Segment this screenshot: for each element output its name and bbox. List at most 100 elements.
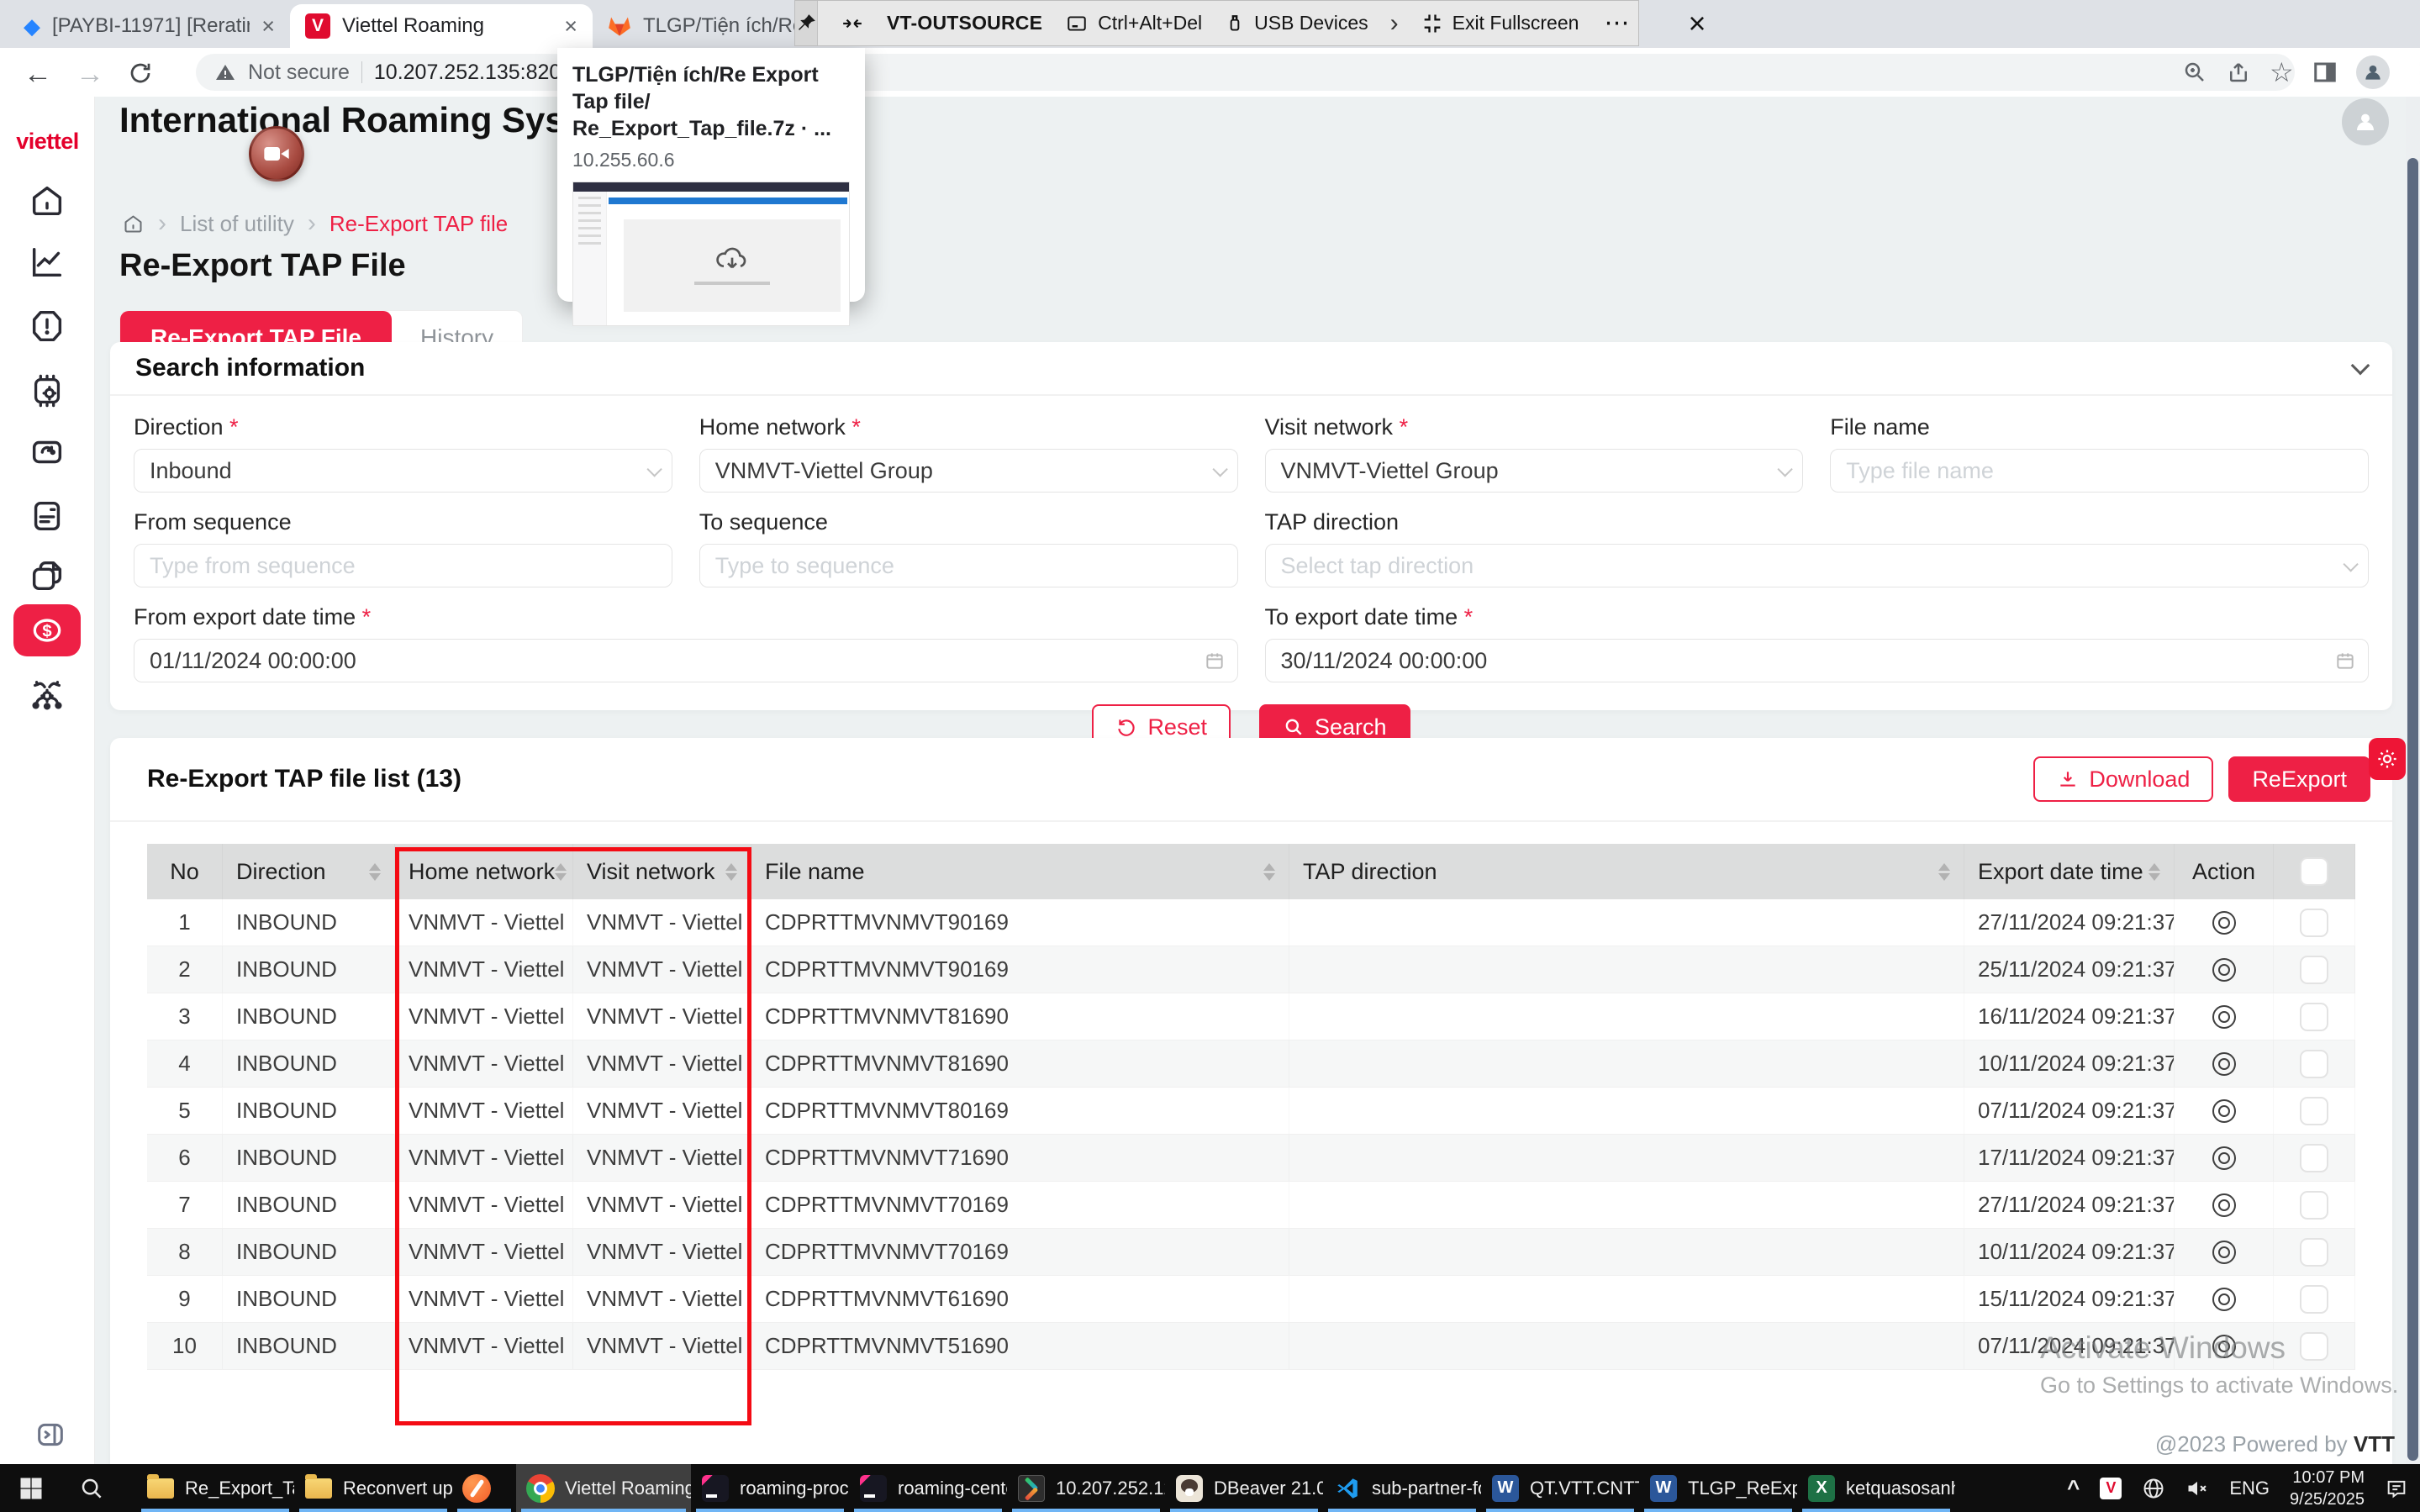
table-row[interactable]: 4 INBOUND VNMVT - Viettel ... VNMVT - Vi… [147, 1040, 2355, 1088]
taskbar-item-terminal[interactable]: 10.207.252.126 ([... [1007, 1464, 1165, 1512]
sidebar-item-reports[interactable] [28, 243, 66, 282]
view-icon[interactable] [2212, 911, 2236, 935]
table-row[interactable]: 8 INBOUND VNMVT - Viettel ... VNMVT - Vi… [147, 1229, 2355, 1276]
sidebar-item-files[interactable] [28, 556, 66, 595]
sidebar-item-documents[interactable] [28, 497, 66, 535]
table-row[interactable]: 7 INBOUND VNMVT - Viettel ... VNMVT - Vi… [147, 1182, 2355, 1229]
sidebar-item-finance-active[interactable]: $ [13, 604, 81, 656]
forward-icon[interactable]: → [76, 58, 104, 91]
row-checkbox[interactable] [2300, 1191, 2328, 1220]
taskbar-item-roaming-process[interactable]: roaming-process ... [691, 1464, 849, 1512]
download-button[interactable]: Download [2033, 756, 2213, 802]
sidebar-item-reconvert[interactable] [28, 433, 66, 472]
bookmark-star-icon[interactable]: ☆ [2270, 56, 2294, 88]
ctrl-alt-del-button[interactable]: Ctrl+Alt+Del [1064, 12, 1202, 34]
view-icon[interactable] [2212, 1193, 2236, 1217]
network-globe-icon[interactable] [2142, 1477, 2165, 1500]
browser-tab-viettel-roaming[interactable]: V Viettel Roaming × [290, 4, 593, 48]
select-all-checkbox[interactable] [2300, 857, 2328, 886]
taskbar-item-chrome-viettel-roaming[interactable]: Viettel Roaming ... [516, 1464, 691, 1512]
table-row[interactable]: 9 INBOUND VNMVT - Viettel ... VNMVT - Vi… [147, 1276, 2355, 1323]
view-icon[interactable] [2212, 1005, 2236, 1029]
row-checkbox[interactable] [2300, 1144, 2328, 1172]
home-icon[interactable] [122, 213, 145, 235]
sort-icon[interactable] [725, 863, 737, 881]
viettel-tray-icon[interactable]: V [2100, 1478, 2122, 1499]
notification-center-icon[interactable] [2385, 1477, 2408, 1500]
row-checkbox[interactable] [2300, 1050, 2328, 1078]
taskbar-item-word-tlgp[interactable]: W TLGP_ReExport_T... [1639, 1464, 1797, 1512]
taskbar-item-vscode[interactable]: sub-partner-for... [1323, 1464, 1481, 1512]
sidebar-item-alerts[interactable] [28, 307, 66, 345]
sort-icon[interactable] [1938, 863, 1950, 881]
taskbar-item-reconvert[interactable]: Reconvert updat... [294, 1464, 452, 1512]
visit-network-select[interactable]: VNMVT-Viettel Group [1265, 449, 1804, 493]
from-export-date-input[interactable]: 01/11/2024 00:00:00 [134, 639, 1238, 682]
tray-expand-icon[interactable]: ^ [2067, 1475, 2080, 1501]
taskbar-search-icon[interactable] [79, 1476, 104, 1501]
browser-profile-avatar[interactable] [2356, 55, 2390, 89]
speaker-muted-icon[interactable] [2185, 1477, 2209, 1500]
col-tap-direction[interactable]: TAP direction [1289, 844, 1964, 899]
table-row[interactable]: 10 INBOUND VNMVT - Viettel ... VNMVT - V… [147, 1323, 2355, 1370]
row-checkbox[interactable] [2300, 1285, 2328, 1314]
home-network-select[interactable]: VNMVT-Viettel Group [699, 449, 1238, 493]
table-row[interactable]: 1 INBOUND VNMVT - Viettel ... VNMVT - Vi… [147, 899, 2355, 946]
tap-direction-select[interactable]: Select tap direction [1265, 544, 2370, 587]
scrollbar-thumb[interactable] [2407, 158, 2418, 1461]
to-export-date-input[interactable]: 30/11/2024 00:00:00 [1265, 639, 2370, 682]
from-sequence-input[interactable] [150, 553, 656, 579]
taskbar-item-dbeaver[interactable]: DBeaver 21.0.0 - ... [1165, 1464, 1323, 1512]
view-icon[interactable] [2212, 1241, 2236, 1264]
sidebar-item-distribution[interactable] [28, 675, 66, 714]
sort-icon[interactable] [1263, 863, 1275, 881]
row-checkbox[interactable] [2300, 1097, 2328, 1125]
view-icon[interactable] [2212, 1335, 2236, 1358]
file-name-input[interactable] [1846, 458, 2353, 484]
taskbar-item-excel[interactable]: X ketquasosanh.xls... [1797, 1464, 1955, 1512]
view-icon[interactable] [2212, 1052, 2236, 1076]
view-icon[interactable] [2212, 1099, 2236, 1123]
start-button[interactable] [18, 1476, 44, 1501]
view-icon[interactable] [2212, 1146, 2236, 1170]
col-direction[interactable]: Direction [223, 844, 395, 899]
table-row[interactable]: 6 INBOUND VNMVT - Viettel ... VNMVT - Vi… [147, 1135, 2355, 1182]
exit-fullscreen-button[interactable]: Exit Fullscreen [1421, 12, 1579, 35]
url-field[interactable]: Not secure 10.207.252.135:8200/roaming-a… [196, 54, 2295, 91]
page-scrollbar[interactable] [2406, 97, 2420, 1464]
user-avatar[interactable] [2342, 98, 2389, 145]
toolbar-more-chevron[interactable]: › [1390, 9, 1399, 38]
language-indicator[interactable]: ENG [2229, 1478, 2270, 1499]
row-checkbox[interactable] [2300, 909, 2328, 937]
col-export-date[interactable]: Export date time [1964, 844, 2175, 899]
close-icon[interactable]: × [564, 13, 577, 40]
close-icon[interactable]: × [261, 13, 275, 40]
table-row[interactable]: 2 INBOUND VNMVT - Viettel ... VNMVT - Vi… [147, 946, 2355, 993]
sidebar-expand-icon[interactable] [34, 1418, 67, 1451]
collapse-arrows-icon[interactable] [840, 13, 865, 34]
sidebar-item-home[interactable] [28, 182, 66, 220]
col-visit-network[interactable]: Visit network [573, 844, 751, 899]
sidebar-item-processing[interactable] [28, 371, 66, 410]
back-icon[interactable]: ← [24, 58, 52, 91]
close-icon[interactable]: × [1688, 6, 1706, 41]
zoom-icon[interactable] [2182, 60, 2207, 85]
pin-icon[interactable] [795, 1, 818, 45]
taskbar-item-re-export-tap-file[interactable]: Re_Export_Tap_file [136, 1464, 294, 1512]
reload-icon[interactable] [128, 61, 153, 86]
row-checkbox[interactable] [2300, 1003, 2328, 1031]
side-panel-icon[interactable] [2312, 60, 2338, 85]
taskbar-clock[interactable]: 10:07 PM 9/25/2025 [2290, 1467, 2365, 1510]
share-icon[interactable] [2226, 60, 2251, 85]
row-checkbox[interactable] [2300, 956, 2328, 984]
reexport-button[interactable]: ReExport [2228, 756, 2370, 802]
table-row[interactable]: 5 INBOUND VNMVT - Viettel ... VNMVT - Vi… [147, 1088, 2355, 1135]
settings-gear-button[interactable] [2369, 738, 2406, 780]
usb-devices-button[interactable]: USB Devices [1224, 12, 1368, 35]
row-checkbox[interactable] [2300, 1332, 2328, 1361]
to-sequence-input[interactable] [715, 553, 1222, 579]
breadcrumb-list-of-utility[interactable]: List of utility [180, 211, 294, 237]
sort-icon[interactable] [555, 863, 567, 881]
col-file-name[interactable]: File name [751, 844, 1289, 899]
row-checkbox[interactable] [2300, 1238, 2328, 1267]
